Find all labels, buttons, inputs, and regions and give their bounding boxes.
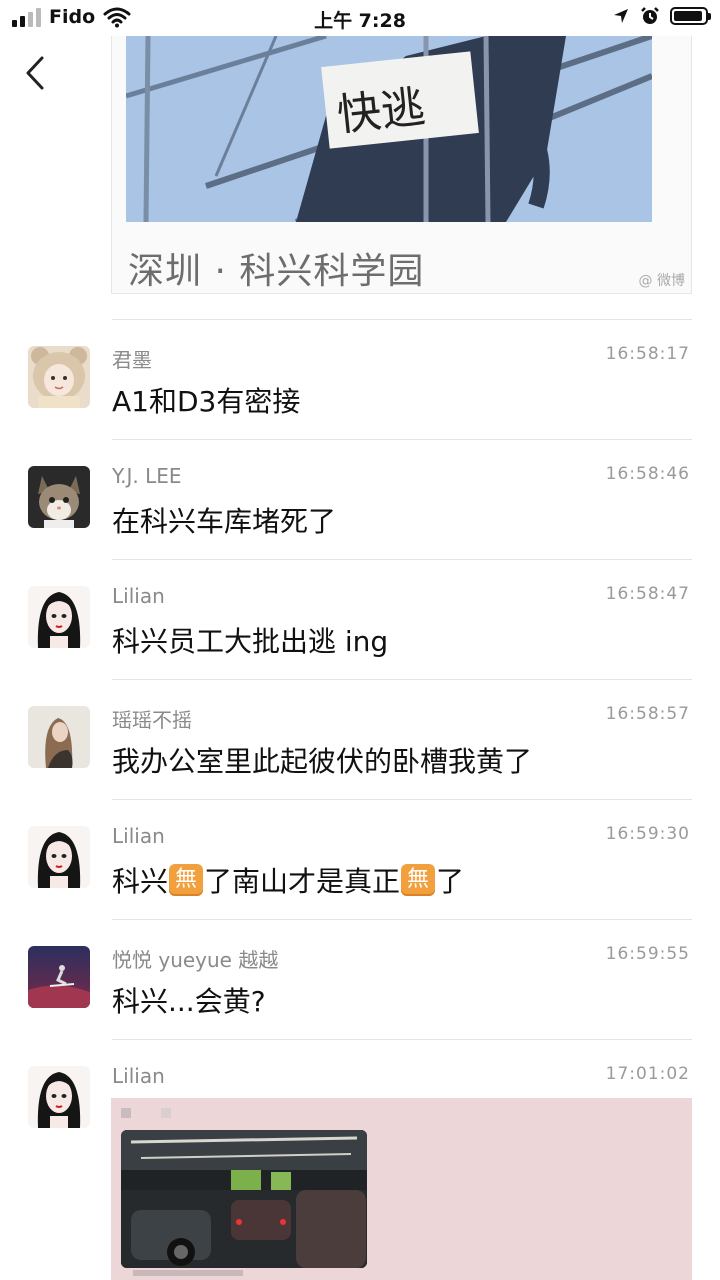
sender-name: Lilian bbox=[112, 824, 165, 848]
avatar[interactable] bbox=[28, 1066, 90, 1128]
sender-name: Lilian bbox=[112, 584, 165, 608]
message-text: 科兴员工大批出逃 ing bbox=[112, 625, 389, 658]
avatar[interactable] bbox=[28, 946, 90, 1008]
image-caption: 深圳 · 科兴科学园 bbox=[128, 251, 425, 292]
message-text: 科兴 無 了南山才是真正 無 了 bbox=[112, 860, 464, 900]
chat-message[interactable]: 瑶瑶不摇 16:58:57 我办公室里此起彼伏的卧槽我黄了 bbox=[0, 680, 720, 800]
building-escape-illustration: 快逃 bbox=[126, 36, 652, 222]
chat-message[interactable]: 悦悦 yueyue 越越 16:59:55 科兴...会黄? bbox=[0, 920, 720, 1040]
avatar[interactable] bbox=[28, 466, 90, 528]
sender-name: 悦悦 yueyue 越越 bbox=[112, 948, 279, 972]
avatar[interactable] bbox=[28, 706, 90, 768]
battery-icon bbox=[670, 7, 711, 25]
message-time: 17:01:02 bbox=[605, 1064, 690, 1084]
sender-name: 君墨 bbox=[112, 348, 152, 372]
message-text: 在科兴车库堵死了 bbox=[112, 505, 337, 538]
image-watermark: @ 微博 bbox=[638, 273, 685, 289]
message-time: 16:59:55 bbox=[605, 944, 690, 964]
avatar[interactable] bbox=[28, 826, 90, 888]
alarm-icon bbox=[641, 7, 659, 24]
skier-avatar bbox=[28, 946, 90, 1008]
garage-traffic-illustration bbox=[121, 1130, 367, 1268]
message-time: 16:59:30 bbox=[605, 824, 690, 844]
message-time: 16:58:46 bbox=[605, 464, 690, 484]
anime-girl-avatar bbox=[28, 1066, 90, 1128]
status-bar: Fido 上午 7:28 bbox=[0, 0, 720, 36]
garage-photo[interactable] bbox=[121, 1130, 367, 1268]
blurred-name bbox=[161, 1108, 171, 1118]
shared-image-card[interactable]: 快逃 深圳 · 科兴科学园 @ 微博 bbox=[111, 36, 692, 294]
wu-emoji-icon: 無 bbox=[169, 864, 204, 896]
message-text: 科兴...会黄? bbox=[112, 985, 266, 1018]
sender-name: Y.J. LEE bbox=[112, 464, 182, 488]
message-text: 我办公室里此起彼伏的卧槽我黄了 bbox=[112, 745, 533, 778]
wu-emoji-icon: 無 bbox=[401, 864, 436, 896]
cat-avatar bbox=[28, 466, 90, 528]
avatar[interactable] bbox=[28, 586, 90, 648]
message-text-part: 了南山才是真正 bbox=[204, 865, 401, 898]
shared-screenshot-card[interactable] bbox=[111, 1098, 692, 1280]
message-text-part: 了 bbox=[436, 865, 465, 898]
chat-message[interactable]: Lilian 16:58:47 科兴员工大批出逃 ing bbox=[0, 560, 720, 680]
chat-message[interactable]: 君墨 16:58:17 A1和D3有密接 bbox=[0, 320, 720, 440]
location-icon bbox=[614, 9, 628, 23]
chat-message[interactable]: Y.J. LEE 16:58:46 在科兴车库堵死了 bbox=[0, 440, 720, 560]
back-button[interactable] bbox=[22, 52, 52, 94]
anime-girl-avatar bbox=[28, 826, 90, 888]
message-time: 16:58:47 bbox=[605, 584, 690, 604]
anime-girl-avatar bbox=[28, 586, 90, 648]
sign-text: 快逃 bbox=[335, 82, 428, 142]
blurred-avatar bbox=[121, 1108, 131, 1118]
message-text-part: 科兴 bbox=[112, 865, 169, 898]
girl-bear-hat-avatar bbox=[28, 346, 90, 408]
shared-photo: 快逃 bbox=[126, 36, 652, 222]
blurred-caption bbox=[133, 1270, 243, 1276]
message-text: A1和D3有密接 bbox=[112, 385, 301, 418]
sender-name: Lilian bbox=[112, 1064, 165, 1088]
message-time: 16:58:17 bbox=[605, 344, 690, 364]
avatar[interactable] bbox=[28, 346, 90, 408]
chat-message[interactable]: Lilian 16:59:30 科兴 無 了南山才是真正 無 了 bbox=[0, 800, 720, 920]
girl-photo-avatar bbox=[28, 706, 90, 768]
message-time: 16:58:57 bbox=[605, 704, 690, 724]
sender-name: 瑶瑶不摇 bbox=[112, 708, 192, 732]
